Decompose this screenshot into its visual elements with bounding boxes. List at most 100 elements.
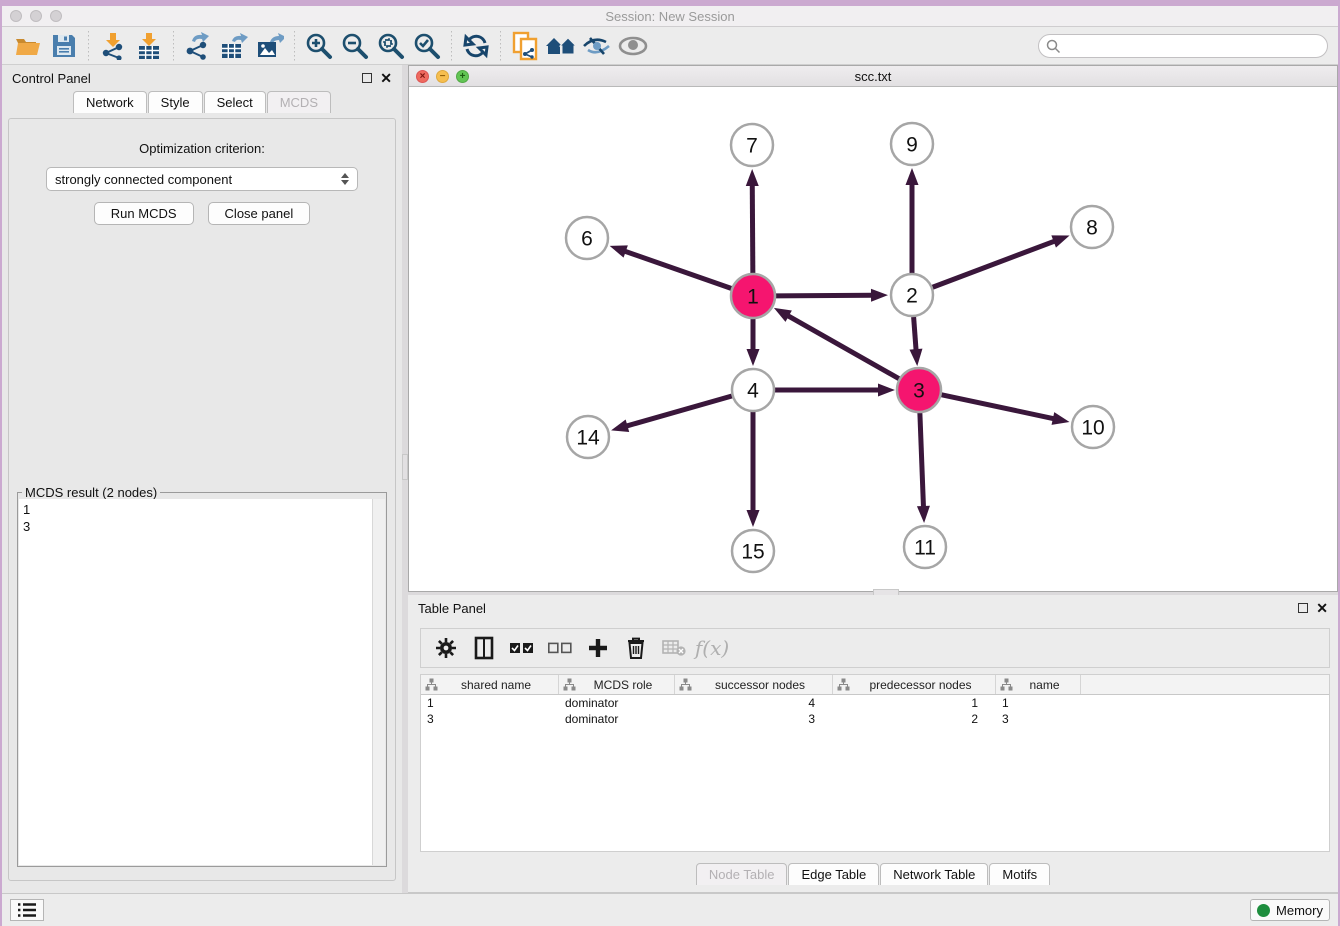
mcds-result-fieldset: MCDS result (2 nodes) 13	[17, 492, 387, 867]
close-table-panel-icon[interactable]: ✕	[1316, 603, 1328, 613]
zoom-in-icon[interactable]	[301, 30, 337, 62]
tab-select[interactable]: Select	[204, 91, 266, 113]
network-graph: 1234678910111415	[409, 87, 1337, 591]
table-cell: dominator	[559, 711, 675, 727]
edge-arrowhead	[774, 308, 792, 322]
result-item[interactable]: 1	[23, 501, 368, 518]
table-cell: 1	[833, 695, 996, 711]
network-maximize-button[interactable]: +	[456, 70, 469, 83]
toolbar-separator	[88, 31, 89, 61]
export-network-icon[interactable]	[180, 30, 216, 62]
toolbar-separator	[451, 31, 452, 61]
show-hidden-icon[interactable]	[615, 30, 651, 62]
table-panel: Table Panel ✕	[408, 595, 1338, 893]
edge-3-11[interactable]	[920, 412, 924, 508]
float-panel-icon[interactable]	[362, 73, 372, 83]
import-network-icon[interactable]	[95, 30, 131, 62]
column-header-name[interactable]: name	[996, 675, 1081, 694]
table-cell: 3	[675, 711, 833, 727]
close-panel-icon[interactable]: ✕	[380, 73, 392, 83]
panel-splitter-handle[interactable]	[402, 454, 408, 480]
edge-3-10[interactable]	[941, 395, 1055, 419]
column-selector-icon[interactable]	[467, 632, 501, 664]
mcds-result-title: MCDS result (2 nodes)	[22, 485, 160, 500]
export-image-icon[interactable]	[252, 30, 288, 62]
zoom-fit-icon[interactable]	[373, 30, 409, 62]
table-cell: 4	[675, 695, 833, 711]
result-scrollbar[interactable]	[372, 499, 385, 865]
network-window-title: scc.txt	[409, 69, 1337, 84]
table-cell: 3	[421, 711, 559, 727]
result-item[interactable]: 3	[23, 518, 368, 535]
add-row-icon[interactable]	[581, 632, 615, 664]
edge-1-6[interactable]	[624, 251, 732, 289]
table-header-row: shared nameMCDS rolesuccessor nodesprede…	[421, 675, 1329, 695]
settings-gear-icon[interactable]	[429, 632, 463, 664]
column-header-predecessor-nodes[interactable]: predecessor nodes	[833, 675, 996, 694]
column-header-successor-nodes[interactable]: successor nodes	[675, 675, 833, 694]
network-close-button[interactable]: ×	[416, 70, 429, 83]
home-icon[interactable]	[543, 30, 579, 62]
network-minimize-button[interactable]: −	[436, 70, 449, 83]
tab-network[interactable]: Network	[73, 91, 147, 113]
criterion-dropdown[interactable]: strongly connected component	[46, 167, 358, 191]
close-panel-button[interactable]: Close panel	[208, 202, 311, 225]
edge-arrowhead	[610, 245, 628, 257]
tab-mcds[interactable]: MCDS	[267, 91, 331, 113]
delete-table-icon[interactable]	[657, 632, 691, 664]
edge-2-8[interactable]	[933, 241, 1056, 287]
edge-1-2[interactable]	[775, 295, 873, 296]
memory-button[interactable]: Memory	[1250, 899, 1330, 921]
edge-arrowhead	[1052, 412, 1070, 425]
column-header-MCDS-role[interactable]: MCDS role	[559, 675, 675, 694]
table-row[interactable]: 1dominator411	[421, 695, 1329, 711]
zoom-out-icon[interactable]	[337, 30, 373, 62]
copy-network-view-icon[interactable]	[507, 30, 543, 62]
export-table-icon[interactable]	[216, 30, 252, 62]
tree-icon	[679, 678, 692, 691]
node-label: 15	[741, 541, 764, 564]
table-panel-title: Table Panel	[418, 601, 486, 616]
edge-4-14[interactable]	[626, 396, 732, 426]
control-panel-title: Control Panel	[12, 71, 91, 86]
run-mcds-button[interactable]: Run MCDS	[94, 202, 194, 225]
table-row[interactable]: 3dominator323	[421, 711, 1329, 727]
optimization-criterion-label: Optimization criterion:	[9, 141, 395, 156]
float-table-panel-icon[interactable]	[1298, 603, 1308, 613]
column-header-shared-name[interactable]: shared name	[421, 675, 559, 694]
table-tabs: Node TableEdge TableNetwork TableMotifs	[408, 863, 1338, 885]
table-body: 1dominator4113dominator323	[421, 695, 1329, 727]
node-label: 6	[581, 228, 593, 251]
tab-style[interactable]: Style	[148, 91, 203, 113]
zoom-selected-icon[interactable]	[409, 30, 445, 62]
edge-arrowhead	[747, 349, 760, 366]
tree-icon	[563, 678, 576, 691]
control-panel: Control Panel ✕ NetworkStyleSelectMCDS O…	[2, 65, 402, 893]
edge-3-1[interactable]	[787, 315, 900, 379]
dropdown-arrows-icon	[341, 173, 349, 185]
delete-row-icon[interactable]	[619, 632, 653, 664]
edge-arrowhead	[747, 510, 760, 527]
right-column: × − + scc.txt 1234678910111415 Table Pan…	[408, 65, 1338, 893]
edge-2-3[interactable]	[914, 317, 917, 351]
table-cell: 1	[421, 695, 559, 711]
save-session-icon[interactable]	[46, 30, 82, 62]
hide-selected-icon[interactable]	[579, 30, 615, 62]
select-all-checkboxes-icon[interactable]	[505, 632, 539, 664]
unselect-all-checkboxes-icon[interactable]	[543, 632, 577, 664]
node-label: 3	[913, 380, 925, 403]
node-label: 4	[747, 380, 759, 403]
task-history-button[interactable]	[10, 899, 44, 921]
open-session-icon[interactable]	[10, 30, 46, 62]
import-table-icon[interactable]	[131, 30, 167, 62]
table-tab-network-table[interactable]: Network Table	[880, 863, 988, 885]
search-input[interactable]	[1038, 34, 1328, 58]
edge-1-7[interactable]	[752, 184, 753, 274]
network-canvas[interactable]: 1234678910111415	[409, 87, 1337, 591]
refresh-icon[interactable]	[458, 30, 494, 62]
table-tab-motifs[interactable]: Motifs	[989, 863, 1050, 885]
node-table[interactable]: shared nameMCDS rolesuccessor nodesprede…	[420, 674, 1330, 852]
function-builder-icon[interactable]: f(x)	[695, 632, 729, 664]
table-tab-edge-table[interactable]: Edge Table	[788, 863, 879, 885]
table-tab-node-table[interactable]: Node Table	[696, 863, 788, 885]
